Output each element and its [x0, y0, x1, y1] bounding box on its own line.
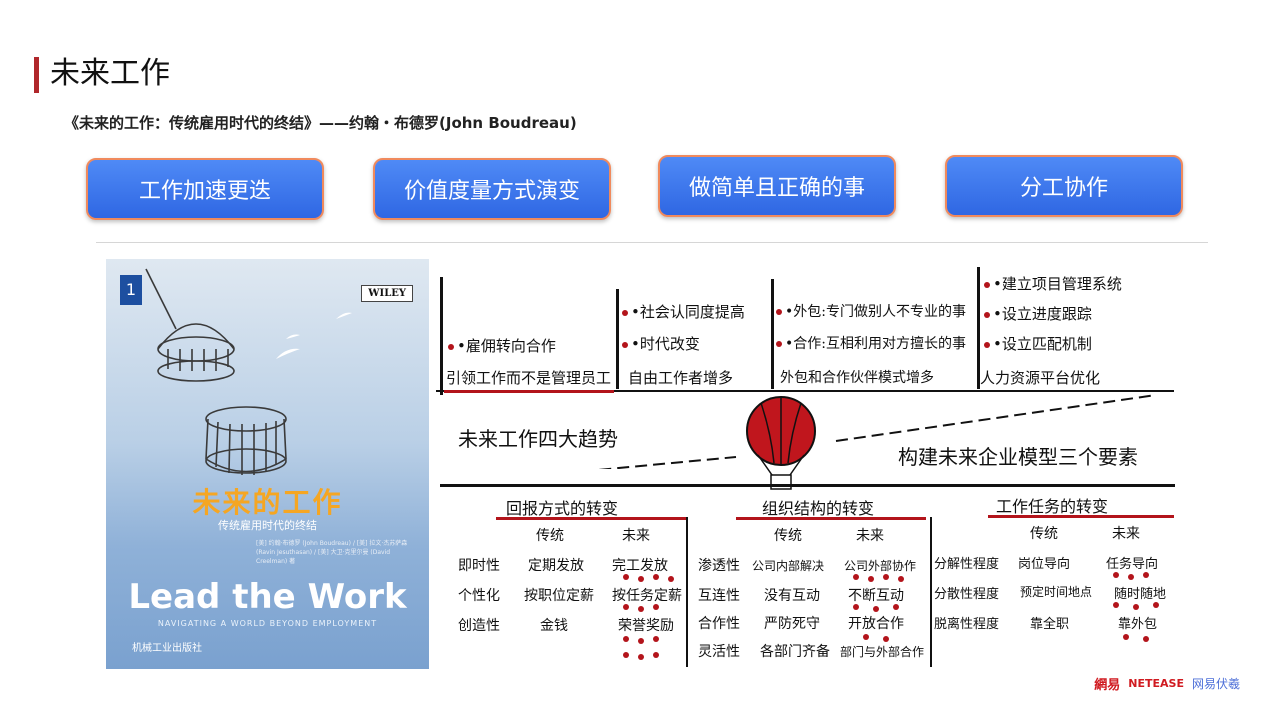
footer-logos: 網易 NETEASE 网易伏羲 — [1094, 674, 1240, 693]
cell-traditional: 预定时间地点 — [1020, 585, 1093, 599]
cell-future: 靠外包 — [1118, 617, 1158, 632]
red-underline — [496, 517, 686, 520]
book-authors: [美] 约翰·布德罗 (John Boudreau) / [美] 拉文·杰苏萨森… — [256, 540, 408, 565]
col-header: 未来 — [622, 528, 650, 544]
book-cover: 1 WILEY [美] 约翰·布德罗 (John Boudreau) / [美]… — [106, 259, 429, 669]
row-label: 个性化 — [458, 588, 500, 604]
trend-item: 人力资源平台优化 — [980, 369, 1101, 387]
cell-traditional: 严防死守 — [764, 616, 820, 632]
cell-traditional: 靠全职 — [1030, 617, 1070, 632]
col-header: 传统 — [1030, 526, 1058, 542]
row-label: 创造性 — [458, 618, 500, 634]
section-title-structure: 组织结构的转变 — [762, 499, 875, 518]
book-en-title: Lead the Work — [128, 577, 407, 617]
col-header: 传统 — [536, 528, 564, 544]
sketch-divider — [771, 279, 774, 389]
col-header: 未来 — [856, 528, 884, 544]
trend-item: •社会认同度提高 — [622, 301, 745, 322]
col-header: 未来 — [1112, 526, 1140, 542]
page-title: 未来工作 — [50, 56, 170, 91]
cell-future: 任务导向 — [1106, 557, 1159, 572]
row-label: 互连性 — [698, 588, 740, 604]
pill-division-collab[interactable]: 分工协作 — [945, 155, 1183, 217]
section-title-task: 工作任务的转变 — [996, 497, 1109, 516]
cell-future: 不断互动 — [848, 588, 904, 604]
cell-future: 随时随地 — [1114, 587, 1167, 602]
trend-item: •设立进度跟踪 — [984, 303, 1092, 324]
cell-future: 部门与外部合作 — [840, 645, 925, 659]
cell-traditional: 金钱 — [540, 618, 568, 634]
sketch-divider — [440, 277, 443, 395]
cell-future: 开放合作 — [848, 616, 904, 632]
row-label: 分散性程度 — [934, 587, 1000, 602]
cell-traditional: 没有互动 — [764, 588, 820, 604]
cell-future: 荣誉奖励 — [618, 618, 674, 634]
cell-traditional: 按职位定薪 — [524, 588, 594, 604]
red-underline — [736, 517, 926, 520]
row-label: 灵活性 — [698, 644, 740, 660]
section-title-reward: 回报方式的转变 — [506, 499, 619, 518]
cell-future: 公司外部协作 — [844, 559, 917, 573]
col-header: 传统 — [774, 528, 802, 544]
book-en-subtitle: NAVIGATING A WORLD BEYOND EMPLOYMENT — [157, 619, 378, 628]
cell-future: 完工发放 — [612, 558, 668, 574]
pill-simple-correct[interactable]: 做简单且正确的事 — [658, 155, 896, 217]
netease-logo: 網易 — [1094, 678, 1121, 693]
trend-item: 引领工作而不是管理员工 — [446, 369, 612, 387]
pill-work-speed[interactable]: 工作加速更迭 — [86, 158, 324, 220]
trend-item: •合作:互相利用对方擅长的事 — [776, 333, 966, 353]
cell-future: 按任务定薪 — [612, 588, 682, 604]
fuxi-logo: 网易伏羲 — [1191, 677, 1240, 691]
row-label: 分解性程度 — [934, 557, 1000, 572]
section-divider — [96, 242, 1208, 243]
sketch-baseline — [440, 484, 1175, 487]
book-cn-title: 未来的工作 — [192, 486, 343, 519]
publisher-mark-icon: 1 — [120, 275, 142, 305]
red-underline — [988, 515, 1174, 518]
pill-value-measure[interactable]: 价值度量方式演变 — [373, 158, 611, 220]
trend-item: 自由工作者增多 — [628, 369, 734, 387]
trend-item: 外包和合作伙伴模式增多 — [780, 370, 934, 386]
book-cn-subtitle: 传统雇用时代的终结 — [218, 519, 317, 532]
row-label: 脱离性程度 — [934, 617, 1000, 632]
cell-traditional: 岗位导向 — [1018, 557, 1071, 572]
trend-item: •设立匹配机制 — [984, 333, 1092, 354]
cell-traditional: 定期发放 — [528, 558, 584, 574]
sketch-divider — [930, 517, 932, 667]
dashed-path — [597, 394, 1157, 469]
netease-wordmark: NETEASE — [1128, 677, 1184, 690]
sketch-divider — [686, 517, 688, 667]
trend-item: •雇佣转向合作 — [448, 335, 556, 356]
row-label: 合作性 — [698, 616, 740, 632]
sketch-divider — [616, 289, 619, 389]
trend-item: •外包:专门做别人不专业的事 — [776, 301, 966, 321]
title-accent-bar — [34, 57, 39, 93]
row-label: 渗透性 — [698, 558, 740, 574]
row-label: 即时性 — [458, 558, 500, 574]
cell-traditional: 各部门齐备 — [760, 644, 830, 660]
trend-item: •时代改变 — [622, 333, 700, 354]
cell-traditional: 公司内部解决 — [752, 559, 825, 573]
sketch-notes: •雇佣转向合作 引领工作而不是管理员工 •社会认同度提高 •时代改变 自由工作者… — [436, 259, 1180, 670]
wiley-logo: WILEY — [361, 285, 413, 302]
trend-item: •建立项目管理系统 — [984, 273, 1122, 294]
book-press: 机械工业出版社 — [132, 643, 202, 654]
page-subtitle: 《未来的工作：传统雇用时代的终结》——约翰・布德罗(John Boudreau) — [64, 114, 577, 132]
